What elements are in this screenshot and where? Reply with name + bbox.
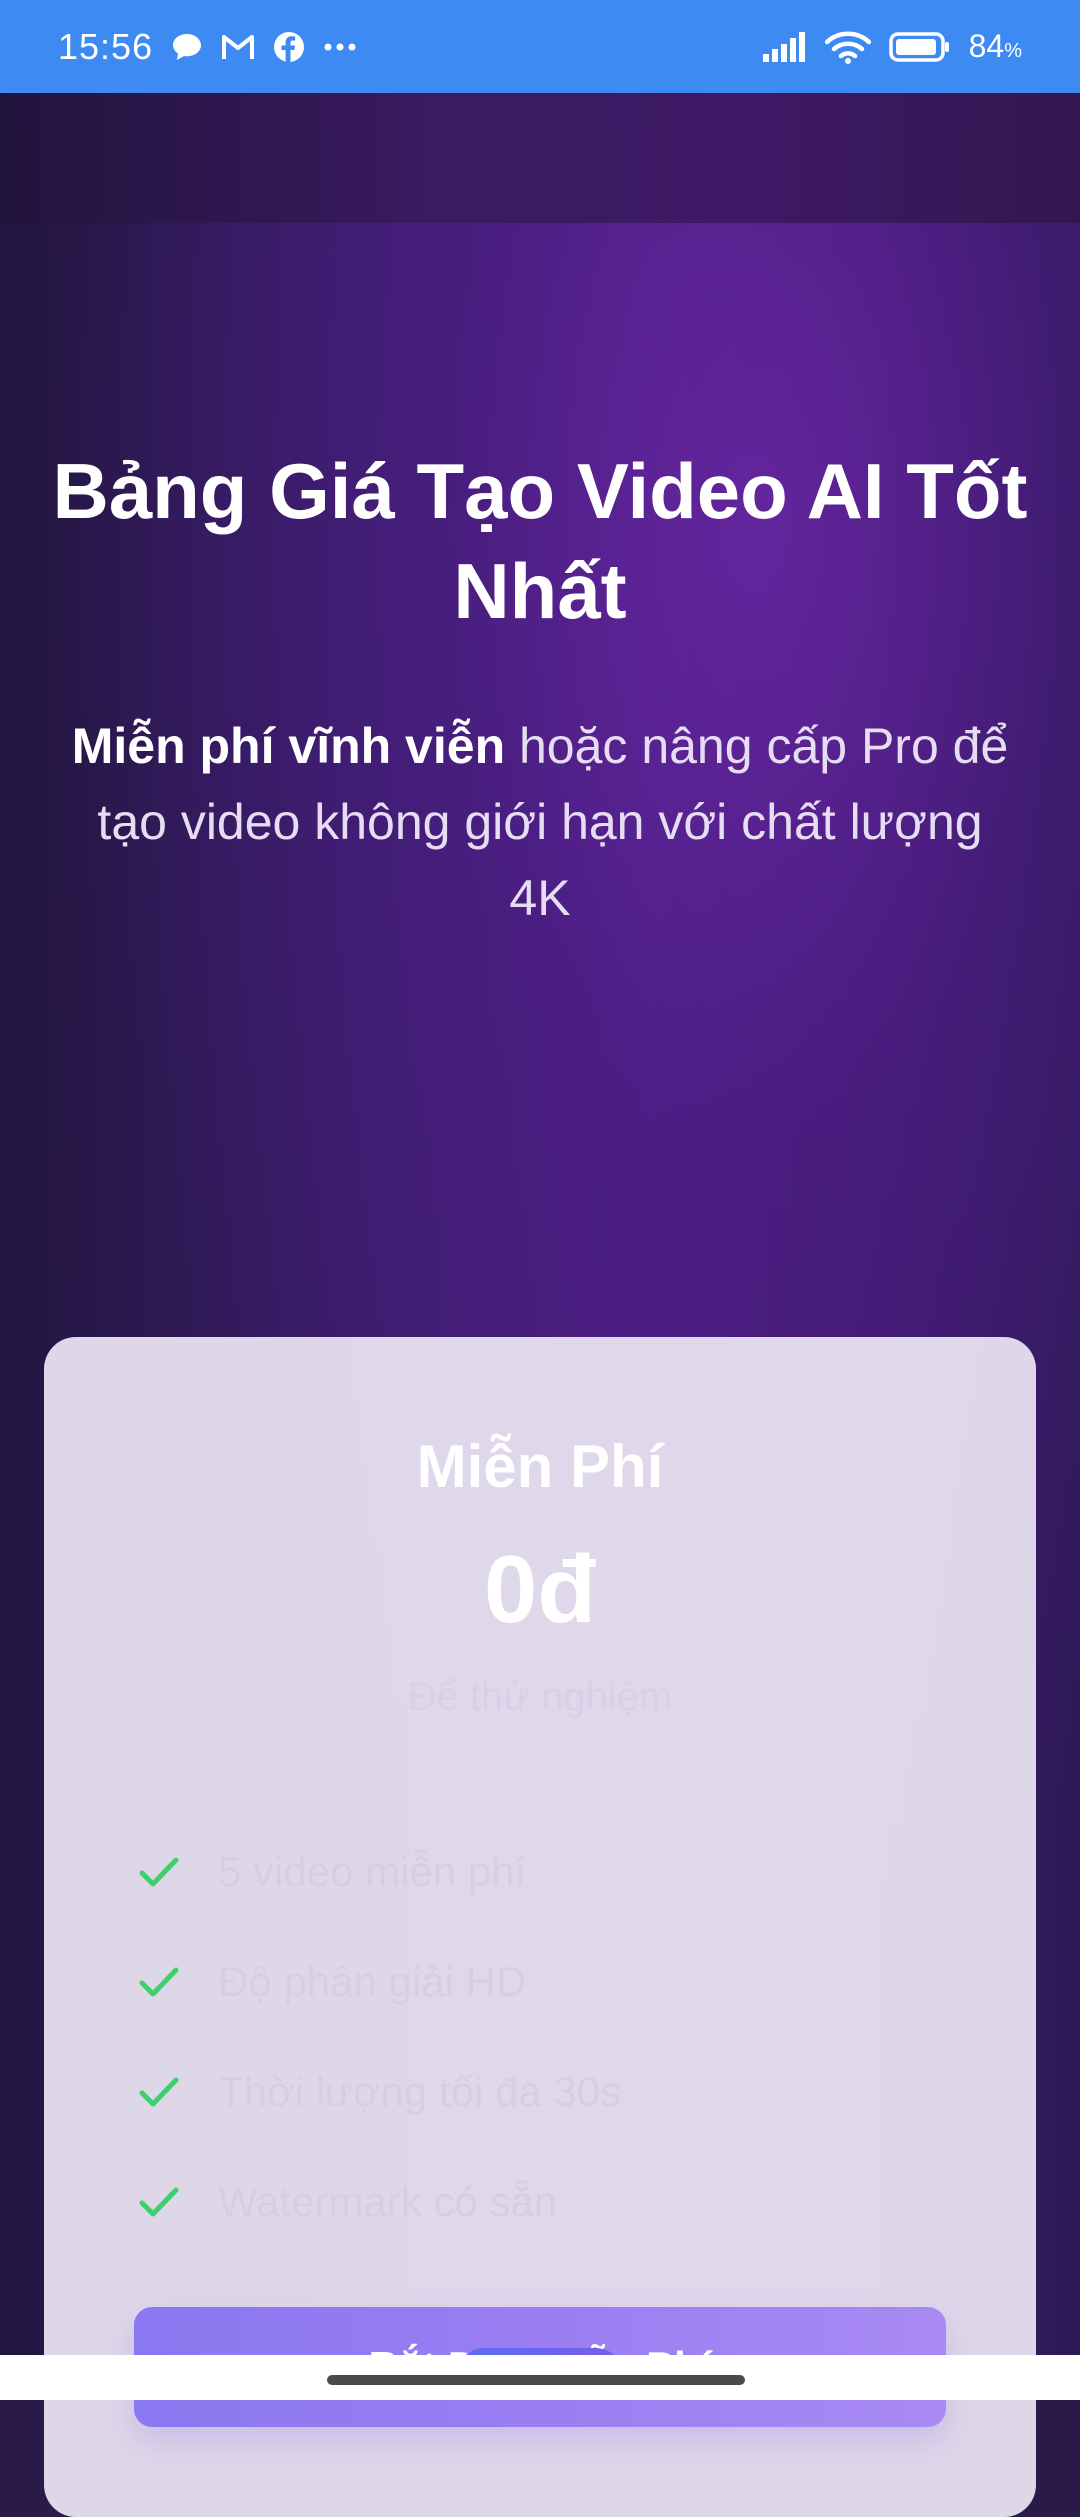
page-title: Bảng Giá Tạo Video AI Tốt Nhất — [52, 447, 1028, 635]
check-icon — [136, 2069, 182, 2115]
signal-icon — [762, 31, 807, 62]
subtitle-highlight: Miễn phí vĩnh viễn — [71, 718, 506, 774]
more-dots-icon — [323, 42, 357, 52]
feature-label: Watermark có sẵn — [218, 2178, 558, 2225]
wifi-icon — [824, 30, 871, 64]
home-indicator[interactable] — [327, 2375, 745, 2385]
feature-item: Độ phân giải HD — [136, 1927, 956, 2037]
feature-label: 5 video miễn phí — [218, 1848, 527, 1895]
feature-item: Watermark có sẵn — [136, 2147, 956, 2257]
plan-description: Để thử nghiệm — [407, 1675, 673, 1719]
free-plan-card: Miễn Phí 0đ Để thử nghiệm 5 video miễn p… — [44, 1337, 1036, 2517]
battery-percentage: 84% — [969, 28, 1022, 65]
battery-value: 84 — [968, 28, 1005, 64]
gmail-icon — [221, 33, 255, 61]
feature-label: Thời lượng tối đa 30s — [218, 2068, 622, 2115]
pricing-hero: Bảng Giá Tạo Video AI Tốt Nhất Miễn phí … — [0, 223, 1080, 2517]
check-icon — [136, 1849, 182, 1895]
plan-price: 0đ — [483, 1536, 597, 1643]
status-time: 15:56 — [58, 25, 154, 67]
status-left: 15:56 — [58, 26, 357, 68]
status-bar: 15:56 84% — [0, 0, 1080, 93]
plan-name: Miễn Phí — [416, 1433, 664, 1500]
feature-item: 5 video miễn phí — [136, 1817, 956, 1927]
feature-label: Độ phân giải HD — [218, 1958, 527, 2005]
chat-icon — [171, 32, 203, 62]
check-icon — [136, 1959, 182, 2005]
facebook-icon — [273, 31, 305, 63]
site-header — [0, 93, 1080, 223]
status-right: 84% — [762, 28, 1022, 65]
feature-item: Thời lượng tối đa 30s — [136, 2037, 956, 2147]
page-subtitle: Miễn phí vĩnh viễn hoặc nâng cấp Pro để … — [60, 708, 1020, 936]
check-icon — [136, 2179, 182, 2225]
battery-icon — [888, 31, 951, 62]
battery-unit: % — [1004, 40, 1022, 62]
feature-list: 5 video miễn phí Độ phân giải HD Thời lư… — [136, 1817, 956, 2257]
